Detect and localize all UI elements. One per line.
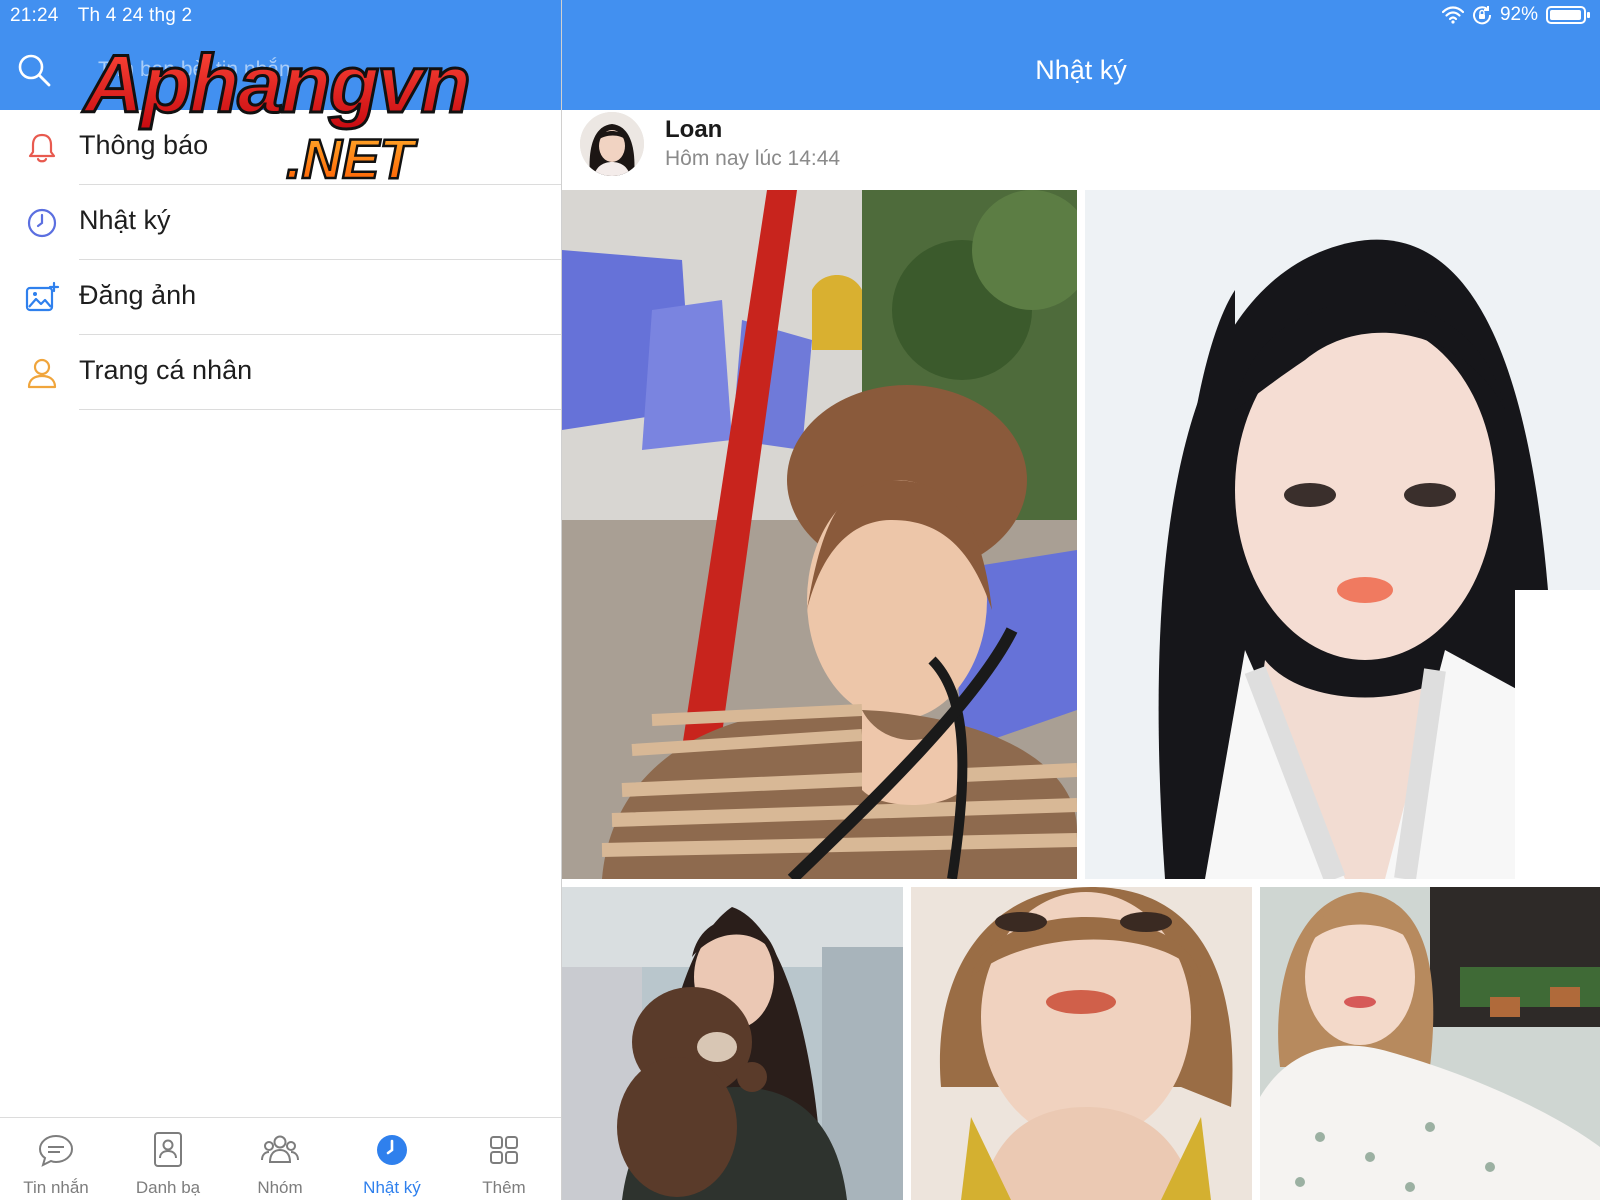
grid-icon [490, 1136, 518, 1164]
post-author[interactable]: Loan [665, 116, 722, 144]
photo-portrait-white-lace[interactable] [1085, 190, 1600, 879]
photo-closeup-short-hair[interactable] [911, 887, 1252, 1200]
watermark-logo: Aphangvn .NET [81, 40, 473, 190]
menu-item-label: Nhật ký [79, 205, 171, 235]
battery-nub [1587, 12, 1590, 18]
menu-item-post-photo[interactable]: Đăng ảnh [0, 260, 561, 335]
status-date: Th 4 24 thg 2 [77, 5, 193, 26]
menu-item-diary[interactable]: Nhật ký [0, 185, 561, 260]
right-panel: 92% Nhật ký Loan Hôm nay lúc 14:44 [562, 0, 1600, 1200]
menu-item-label: Trang cá nhân [79, 355, 253, 385]
bottom-tab-bar: Tin nhắn Danh bạ Nhóm Nhật ký Thêm [0, 1117, 561, 1200]
status-time: 21:24 [10, 5, 59, 26]
rotation-lock-icon [1472, 6, 1491, 25]
wifi-icon [1441, 6, 1464, 24]
tab-messages[interactable]: Tin nhắn [0, 1118, 112, 1200]
tab-more[interactable]: Thêm [448, 1118, 560, 1200]
avatar-image [580, 112, 644, 176]
tab-groups[interactable]: Nhóm [224, 1118, 336, 1200]
tab-label: Tin nhắn [23, 1178, 89, 1197]
photo-white-floral-dress[interactable] [1260, 887, 1600, 1200]
right-header: 92% Nhật ký [562, 0, 1600, 110]
group-icon [261, 1135, 299, 1163]
status-bar-left: 21:24 Th 4 24 thg 2 [10, 5, 206, 27]
photo-image [1085, 190, 1600, 879]
add-photo-icon [25, 281, 60, 312]
menu-item-profile[interactable]: Trang cá nhân [0, 335, 561, 410]
watermark-suffix: .NET [286, 127, 418, 190]
post-timestamp: Hôm nay lúc 14:44 [665, 147, 841, 170]
contacts-icon [154, 1132, 182, 1167]
clock-icon [27, 208, 57, 238]
bell-icon [28, 133, 56, 163]
person-icon [27, 358, 57, 389]
battery-percent: 92% [1499, 4, 1538, 25]
tab-label: Danh bạ [135, 1178, 201, 1197]
page-title: Nhật ký [1035, 55, 1127, 85]
photo-image [1260, 887, 1600, 1200]
status-bar-right: 92% [1441, 4, 1590, 26]
tab-diary[interactable]: Nhật ký [336, 1118, 448, 1200]
tab-contacts[interactable]: Danh bạ [112, 1118, 224, 1200]
photo-image [911, 887, 1252, 1200]
battery-level [1550, 10, 1582, 20]
tab-label: Nhật ký [363, 1178, 421, 1197]
photo-selfie-striped-top[interactable] [562, 190, 1077, 879]
tab-label: Thêm [482, 1178, 526, 1197]
battery-icon [1546, 6, 1590, 24]
photo-image [562, 190, 1077, 879]
search-icon[interactable] [16, 52, 52, 88]
chat-bubble-icon [38, 1134, 74, 1167]
avatar[interactable] [580, 112, 644, 176]
menu-item-label: Đăng ảnh [79, 280, 197, 310]
photo-image [562, 887, 903, 1200]
clock-filled-icon [377, 1135, 407, 1165]
menu-divider [79, 409, 561, 410]
watermark-brand: Aphangvn [82, 40, 469, 130]
photo-girl-with-teddy-bear[interactable] [562, 887, 903, 1200]
tab-label: Nhóm [257, 1178, 303, 1197]
post-header: Loan Hôm nay lúc 14:44 [562, 110, 1600, 190]
